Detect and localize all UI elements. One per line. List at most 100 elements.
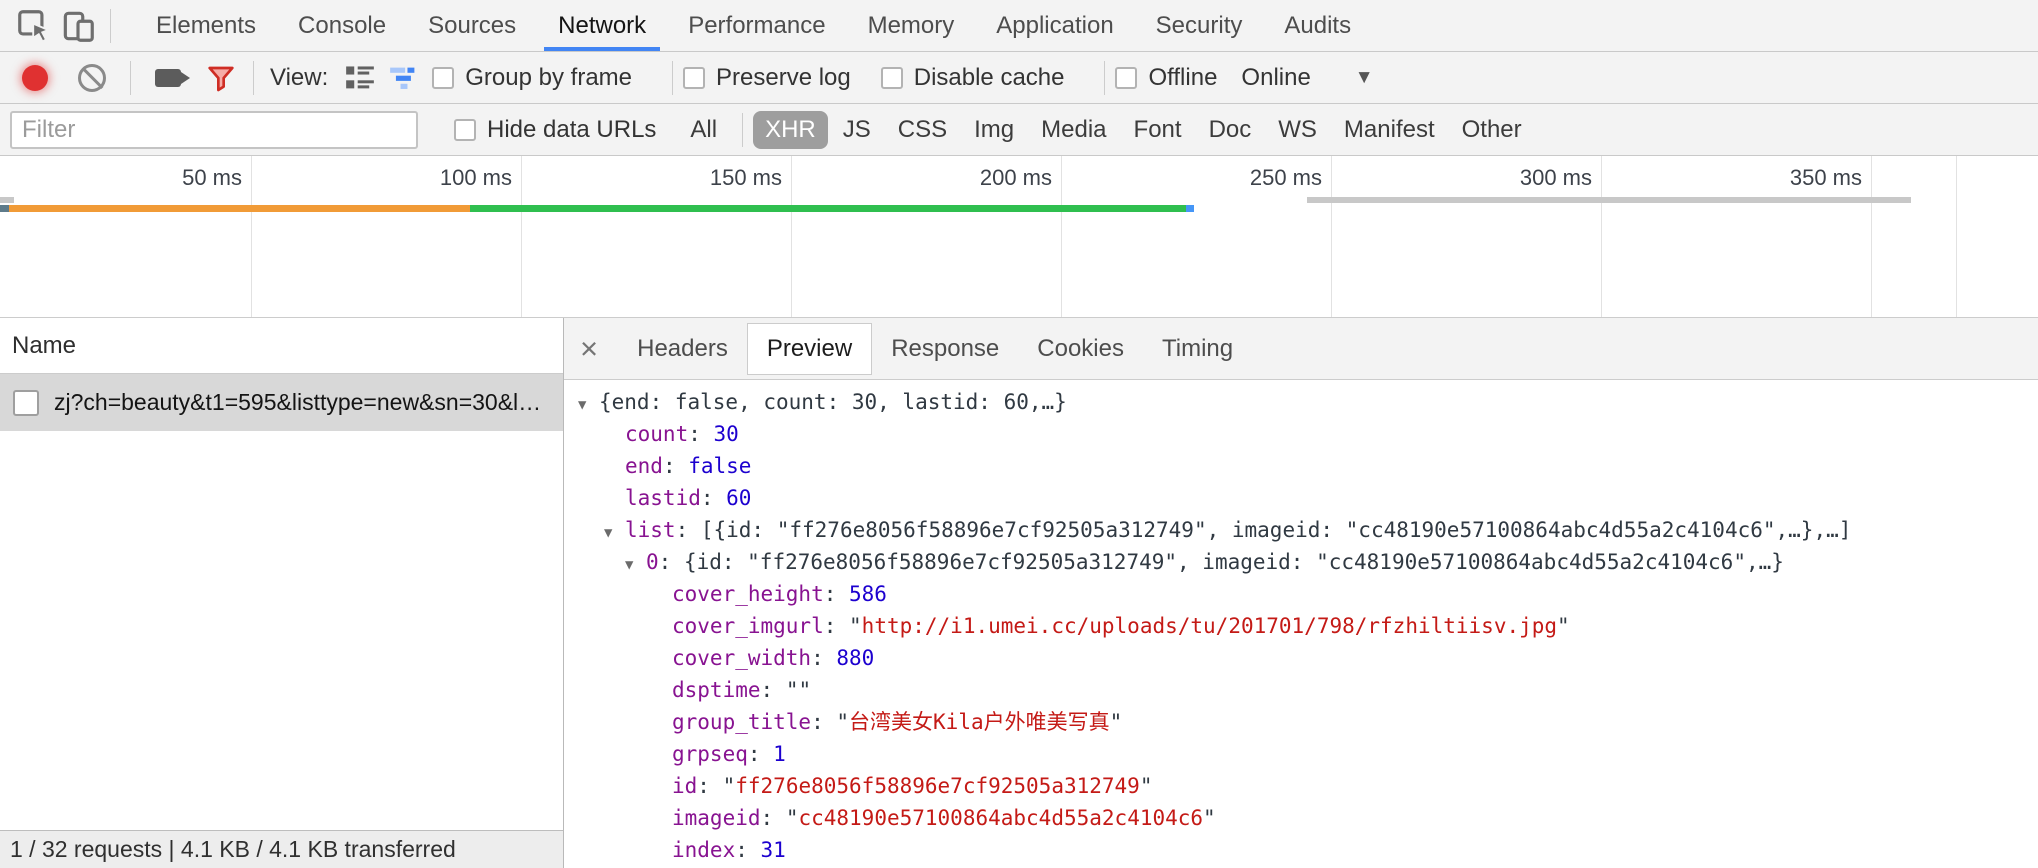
expander-triangle-icon[interactable]: ▼ bbox=[578, 389, 599, 418]
device-toolbar-icon[interactable] bbox=[56, 4, 100, 48]
type-filter-ws[interactable]: WS bbox=[1266, 111, 1329, 149]
preserve-log-label[interactable]: Preserve log bbox=[716, 64, 851, 92]
throttling-select[interactable]: Online bbox=[1241, 64, 1310, 92]
type-filter-xhr[interactable]: XHR bbox=[753, 111, 828, 149]
other-request-bar-left bbox=[0, 197, 14, 203]
tab-security[interactable]: Security bbox=[1135, 0, 1264, 51]
plain-text: " bbox=[1557, 614, 1570, 638]
network-main-split: Name zj?ch=beauty&t1=595&listtype=new&sn… bbox=[0, 318, 2038, 868]
preview-tree-row[interactable]: imageid: "cc48190e57100864abc4d55a2c4104… bbox=[564, 802, 2038, 834]
string-value: ff276e8056f58896e7cf92505a312749 bbox=[735, 774, 1140, 798]
timeline-tick-label: 200 ms bbox=[980, 165, 1052, 191]
detail-tab-headers[interactable]: Headers bbox=[618, 324, 747, 374]
type-filter-css[interactable]: CSS bbox=[886, 111, 959, 149]
checkbox[interactable] bbox=[454, 119, 476, 141]
preview-tree-row[interactable]: end: false bbox=[564, 450, 2038, 482]
group-by-frame-label[interactable]: Group by frame bbox=[465, 64, 632, 92]
plain-text: " bbox=[836, 710, 849, 734]
preview-tree-row[interactable]: cover_height: 586 bbox=[564, 578, 2038, 610]
group-by-frame-checkbox[interactable]: Group by frame bbox=[432, 64, 632, 92]
preview-tree-row[interactable]: ▼list: [{id: "ff276e8056f58896e7cf92505a… bbox=[564, 514, 2038, 546]
chevron-down-icon[interactable]: ▼ bbox=[1355, 67, 1374, 89]
name-column-header[interactable]: Name bbox=[0, 318, 563, 374]
detail-tab-cookies[interactable]: Cookies bbox=[1018, 324, 1143, 374]
offline-checkbox[interactable]: Offline bbox=[1115, 64, 1217, 92]
detail-tab-preview[interactable]: Preview bbox=[747, 323, 872, 375]
plain-text: : bbox=[761, 678, 786, 702]
disable-cache-label[interactable]: Disable cache bbox=[914, 64, 1065, 92]
clear-icon[interactable] bbox=[78, 64, 106, 92]
preview-tree-row[interactable]: ▼0: {id: "ff276e8056f58896e7cf92505a3127… bbox=[564, 546, 2038, 578]
checkbox[interactable] bbox=[1115, 67, 1137, 89]
overview-window-divider bbox=[1186, 205, 1194, 212]
detail-tabs: HeadersPreviewResponseCookiesTiming bbox=[618, 323, 1252, 375]
type-filter-font[interactable]: Font bbox=[1122, 111, 1194, 149]
divider bbox=[742, 113, 743, 147]
property-key: 0 bbox=[646, 550, 659, 574]
plain-text: " bbox=[1140, 774, 1153, 798]
checkbox[interactable] bbox=[432, 67, 454, 89]
overview-waterfall-icon[interactable] bbox=[382, 56, 426, 100]
expander-triangle-icon[interactable]: ▼ bbox=[625, 549, 646, 578]
type-filter-js[interactable]: JS bbox=[831, 111, 883, 149]
divider bbox=[672, 61, 673, 95]
preserve-log-checkbox[interactable]: Preserve log bbox=[683, 64, 851, 92]
request-checkbox[interactable] bbox=[13, 390, 39, 416]
timeline-tick-label: 150 ms bbox=[710, 165, 782, 191]
property-key: imageid bbox=[672, 806, 761, 830]
preview-tree-row[interactable]: cover_width: 880 bbox=[564, 642, 2038, 674]
type-filter-media[interactable]: Media bbox=[1029, 111, 1118, 149]
preview-tree-row[interactable]: count: 30 bbox=[564, 418, 2038, 450]
disable-cache-checkbox[interactable]: Disable cache bbox=[881, 64, 1065, 92]
type-filter-img[interactable]: Img bbox=[962, 111, 1026, 149]
tab-network[interactable]: Network bbox=[537, 0, 667, 51]
filter-funnel-icon[interactable] bbox=[199, 56, 243, 100]
tab-elements[interactable]: Elements bbox=[135, 0, 277, 51]
record-button[interactable] bbox=[22, 65, 48, 91]
network-overview-timeline[interactable]: 50 ms100 ms150 ms200 ms250 ms300 ms350 m… bbox=[0, 156, 2038, 318]
type-filter-other[interactable]: Other bbox=[1450, 111, 1534, 149]
preview-tree-row[interactable]: grpseq: 1 bbox=[564, 738, 2038, 770]
preview-tree-row[interactable]: ▼{end: false, count: 30, lastid: 60,…} bbox=[564, 386, 2038, 418]
plain-text: : bbox=[748, 742, 773, 766]
type-filter-manifest[interactable]: Manifest bbox=[1332, 111, 1447, 149]
type-filter-doc[interactable]: Doc bbox=[1197, 111, 1264, 149]
property-key: end bbox=[625, 454, 663, 478]
tab-performance[interactable]: Performance bbox=[667, 0, 846, 51]
filter-input[interactable] bbox=[10, 111, 418, 149]
plain-text: : bbox=[697, 774, 722, 798]
divider bbox=[253, 61, 254, 95]
tab-audits[interactable]: Audits bbox=[1263, 0, 1372, 51]
plain-text: "" bbox=[786, 678, 811, 702]
string-value: http://i1.umei.cc/uploads/tu/201701/798/… bbox=[862, 614, 1557, 638]
tab-memory[interactable]: Memory bbox=[847, 0, 976, 51]
preview-tree-row[interactable]: dsptime: "" bbox=[564, 674, 2038, 706]
hide-data-urls-checkbox[interactable]: Hide data URLs bbox=[454, 116, 656, 144]
preview-tree-row[interactable]: cover_imgurl: "http://i1.umei.cc/uploads… bbox=[564, 610, 2038, 642]
checkbox[interactable] bbox=[683, 67, 705, 89]
detail-tab-timing[interactable]: Timing bbox=[1143, 324, 1252, 374]
preview-tree-row[interactable]: group_title: "台湾美女Kila户外唯美写真" bbox=[564, 706, 2038, 738]
close-icon[interactable]: × bbox=[580, 333, 598, 364]
request-name[interactable]: zj?ch=beauty&t1=595&listtype=new&sn=30&l… bbox=[54, 389, 541, 416]
tab-sources[interactable]: Sources bbox=[407, 0, 537, 51]
checkbox[interactable] bbox=[881, 67, 903, 89]
hide-data-urls-label[interactable]: Hide data URLs bbox=[487, 116, 656, 144]
offline-label[interactable]: Offline bbox=[1148, 64, 1217, 92]
inspect-element-icon[interactable] bbox=[12, 4, 56, 48]
plain-text: : [{id: "ff276e8056f58896e7cf92505a31274… bbox=[676, 518, 1852, 542]
tab-application[interactable]: Application bbox=[975, 0, 1134, 51]
preview-tree-row[interactable]: id: "ff276e8056f58896e7cf92505a312749" bbox=[564, 770, 2038, 802]
plain-text: : bbox=[701, 486, 726, 510]
type-filter-all[interactable]: All bbox=[678, 111, 729, 149]
plain-text: : bbox=[735, 838, 760, 862]
request-row-selected[interactable]: zj?ch=beauty&t1=595&listtype=new&sn=30&l… bbox=[0, 374, 563, 431]
preview-tree-row[interactable]: lastid: 60 bbox=[564, 482, 2038, 514]
plain-text: : bbox=[824, 614, 849, 638]
tab-console[interactable]: Console bbox=[277, 0, 407, 51]
expander-triangle-icon[interactable]: ▼ bbox=[604, 517, 625, 546]
detail-tab-response[interactable]: Response bbox=[872, 324, 1018, 374]
preview-tree-row[interactable]: index: 31 bbox=[564, 834, 2038, 866]
screenshot-camera-icon[interactable] bbox=[155, 69, 181, 87]
large-rows-icon[interactable] bbox=[338, 56, 382, 100]
